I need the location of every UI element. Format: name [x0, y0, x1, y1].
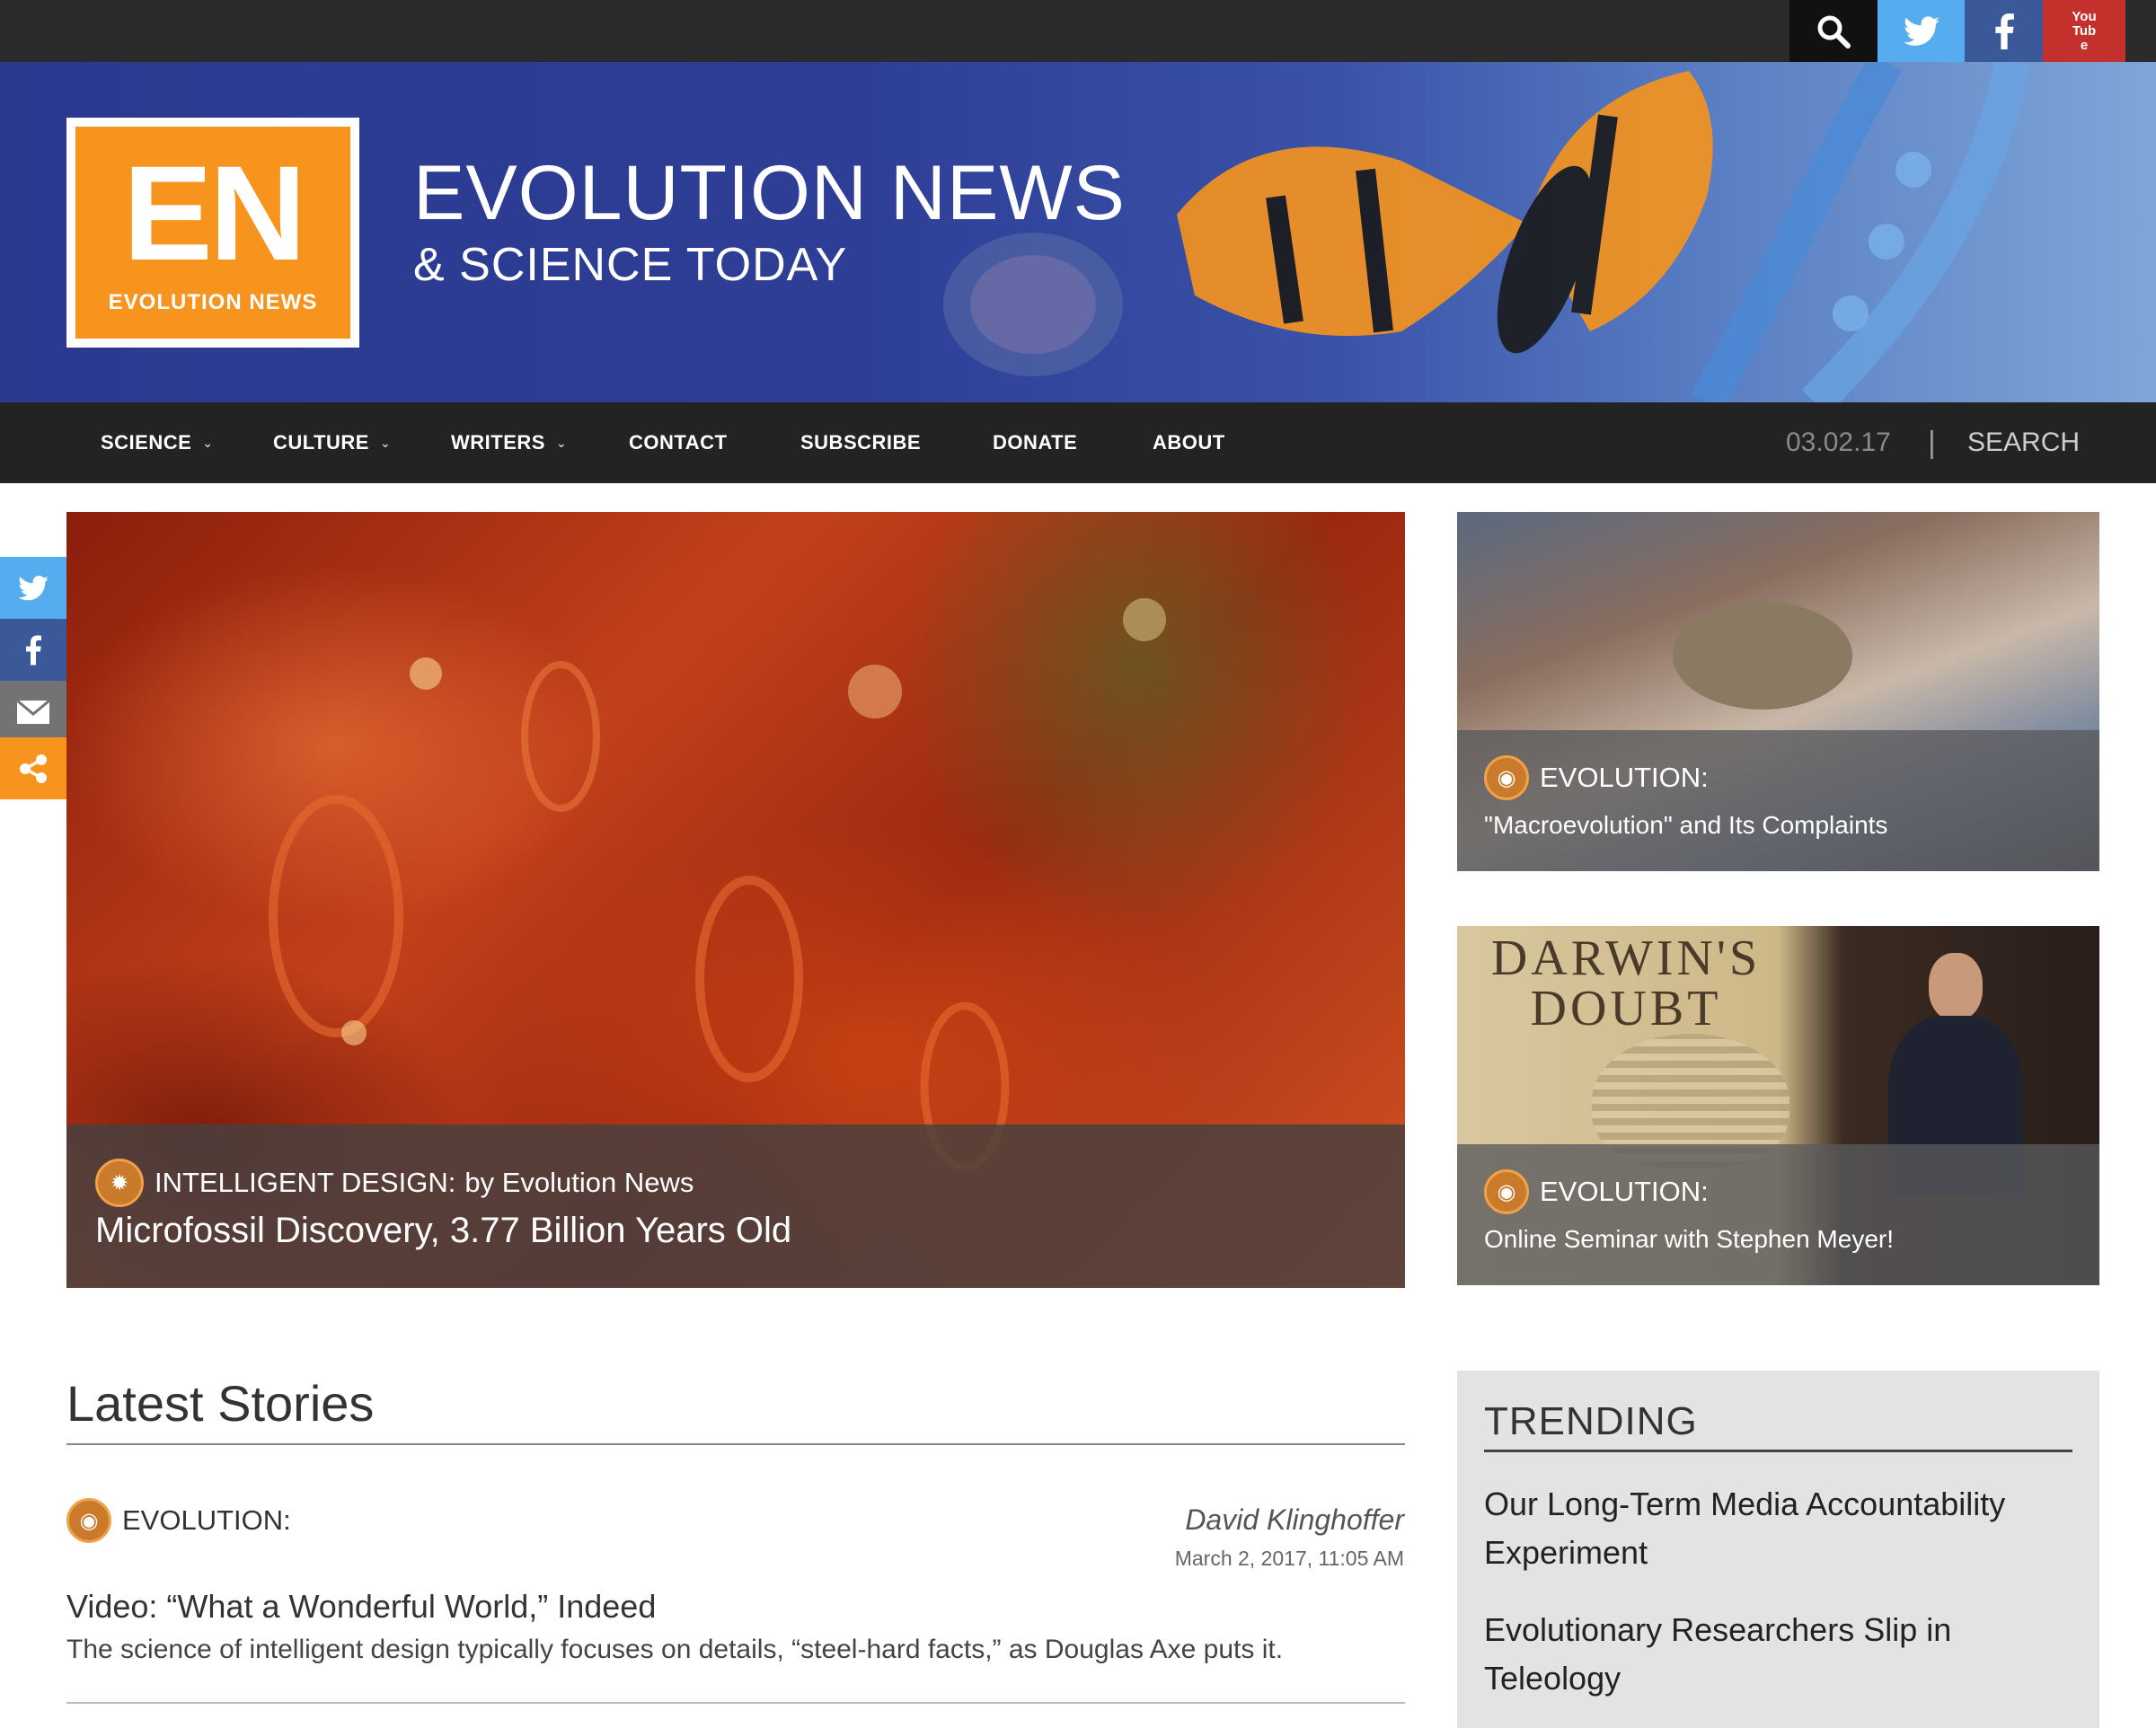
story-author[interactable]: David Klinghoffer — [1185, 1503, 1404, 1537]
card-title[interactable]: Online Seminar with Stephen Meyer! — [1484, 1225, 1894, 1254]
trilobite-icon: ◉ — [1484, 1169, 1529, 1214]
logo-letters: EN — [122, 137, 306, 288]
site-subtitle: & SCIENCE TODAY — [413, 239, 848, 291]
youtube-label: You Tube — [2072, 8, 2097, 53]
story-category: ◉ EVOLUTION: — [66, 1498, 291, 1543]
rabbit-image — [1673, 602, 1852, 710]
feature-card[interactable]: ◉ EVOLUTION: "Macroevolution" and Its Co… — [1457, 512, 2099, 871]
nav-search-link[interactable]: SEARCH — [1967, 402, 2080, 483]
card-category: ◉ EVOLUTION: — [1484, 1169, 1709, 1214]
feature-card[interactable]: DARWIN'S DOUBT ◉ EVOLUTION: Online Semin… — [1457, 926, 2099, 1285]
nav-item-about[interactable]: ABOUT — [1153, 402, 1225, 483]
trilobite-icon: ◉ — [66, 1498, 111, 1543]
card-category-label[interactable]: EVOLUTION: — [1540, 1176, 1709, 1208]
nav-label: CONTACT — [629, 431, 728, 454]
hero-category: ✹ INTELLIGENT DESIGN: by Evolution News — [95, 1159, 694, 1207]
nav-label: SCIENCE — [101, 431, 192, 454]
top-search-button[interactable] — [1789, 0, 1878, 62]
main-nav: SCIENCE ⌄ CULTURE ⌄ WRITERS ⌄ CONTACT SUBSC… — [0, 402, 2156, 483]
hero-article[interactable]: ✹ INTELLIGENT DESIGN: by Evolution News … — [66, 512, 1405, 1288]
top-youtube-button[interactable]: You Tube — [2043, 0, 2125, 62]
nav-item-writers[interactable]: WRITERS ⌄ — [451, 402, 567, 483]
chevron-down-icon: ⌄ — [555, 435, 568, 450]
search-icon — [1817, 15, 1851, 48]
nav-label: WRITERS — [451, 431, 545, 454]
twitter-icon — [18, 575, 49, 600]
twitter-icon — [1903, 15, 1940, 46]
trending-item[interactable]: Our Long-Term Media Accountability Exper… — [1484, 1480, 2072, 1577]
card-caption: ◉ EVOLUTION: "Macroevolution" and Its Co… — [1457, 730, 2099, 871]
share-icon — [20, 754, 47, 783]
share-twitter-button[interactable] — [0, 557, 66, 619]
trending-item[interactable]: Evolutionary Researchers Slip in Teleolo… — [1484, 1606, 2072, 1703]
dna-icon: ✹ — [95, 1159, 144, 1207]
facebook-icon — [26, 635, 41, 665]
hero-category-label[interactable]: INTELLIGENT DESIGN: — [155, 1167, 455, 1199]
nav-label: DONATE — [993, 431, 1078, 454]
hero-byline: by Evolution News — [464, 1167, 694, 1198]
chevron-down-icon: ⌄ — [202, 435, 214, 450]
trilobite-icon: ◉ — [1484, 755, 1529, 800]
top-twitter-button[interactable] — [1878, 0, 1965, 62]
story-title[interactable]: Video: “What a Wonderful World,” Indeed — [66, 1588, 656, 1626]
story-date: March 2, 2017, 11:05 AM — [1174, 1547, 1404, 1570]
trending-heading: TRENDING — [1484, 1399, 1698, 1443]
top-social-bar: You Tube — [0, 0, 2156, 62]
facebook-icon — [1994, 13, 2014, 49]
site-logo[interactable]: EN EVOLUTION NEWS — [66, 118, 359, 348]
nav-label: ABOUT — [1153, 431, 1225, 454]
chevron-down-icon: ⌄ — [379, 435, 392, 450]
site-title: EVOLUTION NEWS — [413, 150, 1126, 236]
latest-stories-heading: Latest Stories — [66, 1375, 375, 1432]
nav-item-contact[interactable]: CONTACT — [629, 402, 727, 483]
logo-tile: EN EVOLUTION NEWS — [75, 127, 350, 339]
nav-item-science[interactable]: SCIENCE ⌄ — [101, 402, 214, 483]
hero-caption: ✹ INTELLIGENT DESIGN: by Evolution News … — [66, 1124, 1405, 1288]
top-facebook-button[interactable] — [1965, 0, 2043, 62]
card-title[interactable]: "Macroevolution" and Its Complaints — [1484, 811, 1887, 840]
email-icon — [16, 699, 50, 724]
card-caption: ◉ EVOLUTION: Online Seminar with Stephen… — [1457, 1144, 2099, 1285]
divider — [66, 1702, 1405, 1704]
divider — [66, 1443, 1405, 1445]
nav-label: CULTURE — [273, 431, 369, 454]
nav-date: 03.02.17 — [1786, 428, 1891, 457]
share-more-button[interactable] — [0, 737, 66, 799]
story-excerpt: The science of intelligent design typica… — [66, 1635, 1284, 1664]
nav-label: SUBSCRIBE — [800, 431, 922, 454]
nav-separator: | — [1928, 425, 1936, 460]
share-facebook-button[interactable] — [0, 619, 66, 681]
nav-item-culture[interactable]: CULTURE ⌄ — [273, 402, 391, 483]
book-title-image-text: DARWIN'S DOUBT — [1490, 930, 1762, 1036]
header-banner: EN EVOLUTION NEWS EVOLUTION NEWS & SCIEN… — [0, 62, 2156, 402]
card-category-label[interactable]: EVOLUTION: — [1540, 762, 1709, 794]
hero-title[interactable]: Microfossil Discovery, 3.77 Billion Year… — [95, 1211, 791, 1251]
logo-caption: EVOLUTION NEWS — [108, 290, 318, 314]
trending-panel: TRENDING Our Long-Term Media Accountabil… — [1457, 1371, 2099, 1728]
card-category: ◉ EVOLUTION: — [1484, 755, 1709, 800]
divider — [1484, 1450, 2072, 1452]
speaker-head — [1929, 953, 1983, 1020]
nav-item-subscribe[interactable]: SUBSCRIBE — [800, 402, 921, 483]
share-email-button[interactable] — [0, 681, 66, 743]
youtube-icon: You Tube — [2069, 8, 2099, 53]
story-category-label[interactable]: EVOLUTION: — [122, 1504, 291, 1537]
nav-item-donate[interactable]: DONATE — [993, 402, 1077, 483]
